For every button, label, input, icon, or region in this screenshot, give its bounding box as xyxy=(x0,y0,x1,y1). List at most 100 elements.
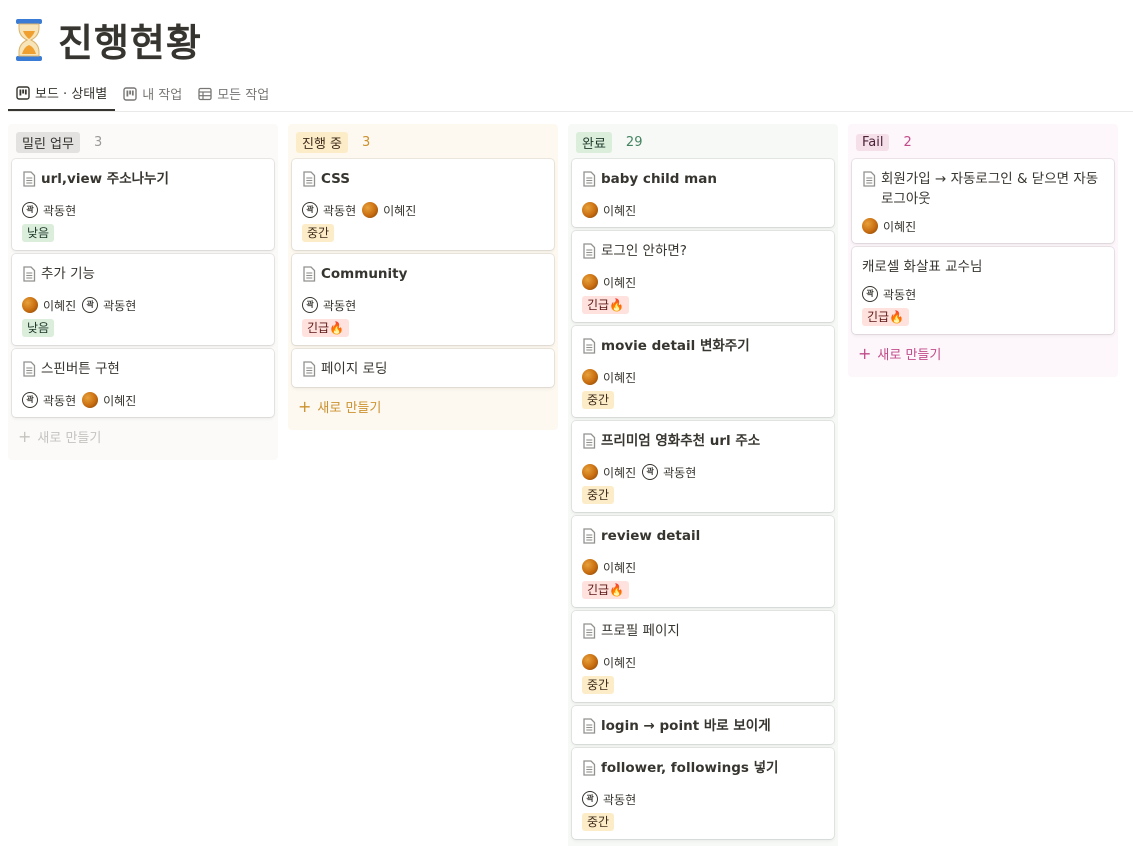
assignees: 이혜진 xyxy=(582,651,824,673)
page-header: 진행현황 xyxy=(14,12,202,67)
priority-tag: 낮음 xyxy=(22,224,55,242)
card-title: review detail xyxy=(582,526,824,550)
assignee-name: 이혜진 xyxy=(603,275,637,290)
card-title-text: movie detail 변화주기 xyxy=(601,338,750,354)
table-icon xyxy=(198,87,217,101)
assignees: 곽 곽동현 xyxy=(22,199,264,221)
avatar: 곽 xyxy=(582,791,598,807)
tab-view-1[interactable]: 내 작업 xyxy=(115,76,190,111)
card-title: login → point 바로 보이게 xyxy=(582,716,824,740)
board-column: 완료 29 baby child man 이혜진 로그인 안하면? 이혜진 긴급🔥 movie… xyxy=(568,124,838,846)
assignees: 곽 곽동현 xyxy=(302,294,544,316)
assignee: 이혜진 xyxy=(22,297,76,314)
column-header: Fail 2 xyxy=(852,129,1114,155)
new-card-label: 새로 만들기 xyxy=(877,348,942,363)
new-card-button[interactable]: + 새로 만들기 xyxy=(12,421,274,452)
plus-icon: + xyxy=(858,344,872,363)
card-title: 캐로셀 화살표 교수님 xyxy=(862,257,1104,277)
column-count: 2 xyxy=(903,134,912,150)
column-status-label[interactable]: 완료 xyxy=(576,131,612,153)
plus-icon: + xyxy=(298,397,312,416)
kanban-board: 밀린 업무 3 url,view 주소나누기 곽 곽동현 낮음 추가 기능 이혜진 곽 곽동현 낮음… xyxy=(8,124,1133,846)
card-title: 스핀버튼 구현 xyxy=(22,359,264,383)
assignee-name: 곽동현 xyxy=(603,792,637,807)
task-card[interactable]: movie detail 변화주기이혜진중간 xyxy=(572,326,834,417)
assignee-name: 곽동현 xyxy=(43,393,77,408)
assignee-name: 이혜진 xyxy=(883,219,917,234)
avatar xyxy=(582,464,598,480)
task-card[interactable]: 프로필 페이지 이혜진 중간 xyxy=(572,611,834,702)
page-icon xyxy=(582,718,596,740)
assignees: 곽 곽동현 xyxy=(862,283,1104,305)
avatar xyxy=(22,297,38,313)
priority-tag: 긴급🔥 xyxy=(582,296,630,314)
tab-label: 보드 · 상태별 xyxy=(35,87,108,102)
task-card[interactable]: 로그인 안하면? 이혜진 긴급🔥 xyxy=(572,231,834,322)
task-card[interactable]: login → point 바로 보이게 xyxy=(572,706,834,744)
column-status-label[interactable]: 진행 중 xyxy=(296,131,349,153)
assignees: 이혜진 xyxy=(582,366,824,388)
card-title-text: 캐로셀 화살표 교수님 xyxy=(862,259,983,275)
card-title: 페이지 로딩 xyxy=(302,359,544,383)
task-card[interactable]: 추가 기능 이혜진 곽 곽동현 낮음 xyxy=(12,254,274,345)
new-card-button[interactable]: + 새로 만들기 xyxy=(852,338,1114,369)
avatar: 곽 xyxy=(862,286,878,302)
assignees: 이혜진 곽 곽동현 xyxy=(582,461,824,483)
tab-label: 내 작업 xyxy=(142,88,183,103)
task-card[interactable]: 프리미엄 영화추천 url 주소 이혜진 곽 곽동현 중간 xyxy=(572,421,834,512)
page-icon xyxy=(582,433,596,455)
priority-tag: 긴급🔥 xyxy=(302,319,350,337)
assignee: 곽 곽동현 xyxy=(82,297,136,314)
task-card[interactable]: baby child man 이혜진 xyxy=(572,159,834,227)
card-title-text: 페이지 로딩 xyxy=(321,361,388,377)
page-icon xyxy=(22,171,36,193)
assignee-name: 이혜진 xyxy=(383,203,417,218)
column-count: 29 xyxy=(625,134,643,150)
board-column: 밀린 업무 3 url,view 주소나누기 곽 곽동현 낮음 추가 기능 이혜진 곽 곽동현 낮음… xyxy=(8,124,278,460)
card-title: follower, followings 넣기 xyxy=(582,758,824,782)
avatar xyxy=(362,202,379,218)
card-title-text: url,view 주소나누기 xyxy=(41,171,169,187)
column-status-label[interactable]: Fail xyxy=(856,133,890,151)
task-card[interactable]: 회원가입 → 자동로그인 & 닫으면 자동 로그아웃 이혜진 xyxy=(852,159,1114,243)
task-card[interactable]: CSS 곽 곽동현 이혜진 중간 xyxy=(292,159,554,250)
page-icon xyxy=(22,361,36,383)
avatar xyxy=(862,218,878,234)
avatar: 곽 xyxy=(302,297,318,313)
task-card[interactable]: 캐로셀 화살표 교수님 곽 곽동현 긴급🔥 xyxy=(852,247,1114,334)
board-column: 진행 중 3 CSS 곽 곽동현 이혜진 중간 Community 곽 곽동현 긴급🔥 페이지 로딩 +… xyxy=(288,124,558,430)
task-card[interactable]: Community 곽 곽동현 긴급🔥 xyxy=(292,254,554,345)
assignee-name: 이혜진 xyxy=(603,465,637,480)
column-header: 완료 29 xyxy=(572,129,834,155)
assignees: 이혜진 xyxy=(582,271,824,293)
assignee: 곽 곽동현 xyxy=(22,392,76,409)
board-column: Fail 2 회원가입 → 자동로그인 & 닫으면 자동 로그아웃 이혜진캐로셀 화살… xyxy=(848,124,1118,377)
card-title-text: review detail xyxy=(601,528,701,544)
assignee-name: 이혜진 xyxy=(603,203,637,218)
avatar xyxy=(82,392,99,408)
assignee: 이혜진 xyxy=(82,392,136,409)
assignee-name: 곽동현 xyxy=(103,298,137,313)
priority-tag: 중간 xyxy=(302,224,335,242)
new-card-button[interactable]: + 새로 만들기 xyxy=(292,391,554,422)
priority-tag: 중간 xyxy=(582,391,615,409)
assignee-name: 곽동현 xyxy=(323,298,357,313)
task-card[interactable]: 페이지 로딩 xyxy=(292,349,554,387)
task-card[interactable]: url,view 주소나누기곽 곽동현낮음 xyxy=(12,159,274,250)
card-title-text: Community xyxy=(321,266,408,282)
tab-view-2[interactable]: 모든 작업 xyxy=(190,76,277,111)
task-card[interactable]: review detail 이혜진 긴급🔥 xyxy=(572,516,834,607)
hourglass-icon xyxy=(16,18,42,61)
card-title: 프로필 페이지 xyxy=(582,621,824,645)
avatar: 곽 xyxy=(302,202,318,218)
assignees: 곽 곽동현 이혜진 xyxy=(302,199,544,221)
task-card[interactable]: follower, followings 넣기 곽 곽동현 중간 xyxy=(572,748,834,839)
task-card[interactable]: 스핀버튼 구현곽 곽동현 이혜진 xyxy=(12,349,274,417)
board-icon xyxy=(16,85,35,100)
page-icon xyxy=(582,528,596,550)
card-title: 프리미엄 영화추천 url 주소 xyxy=(582,431,824,455)
tab-view-0[interactable]: 보드 · 상태별 xyxy=(8,76,116,111)
card-title-text: follower, followings 넣기 xyxy=(601,760,779,776)
column-status-label[interactable]: 밀린 업무 xyxy=(16,131,80,153)
assignee: 이혜진 xyxy=(582,274,636,291)
